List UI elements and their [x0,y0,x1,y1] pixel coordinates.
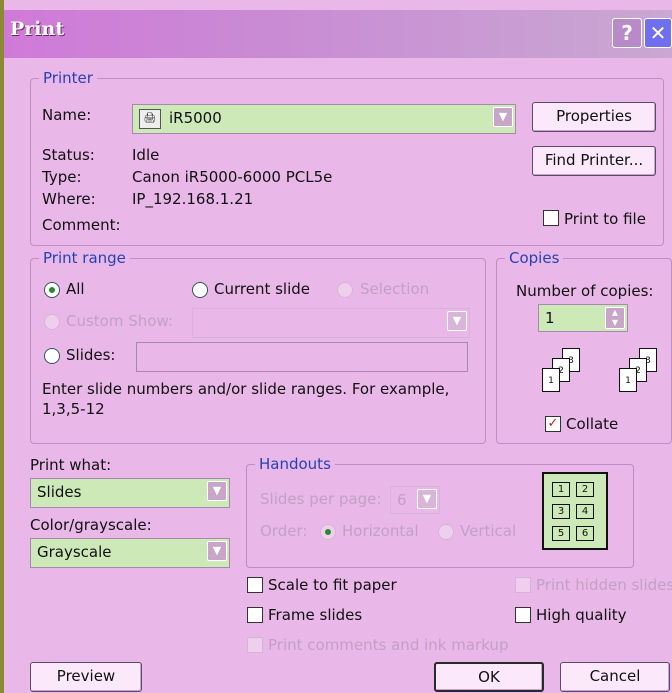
selection-label: Selection [360,280,430,298]
number-of-copies-stepper[interactable]: 1 ▲ ▼ [538,304,628,332]
color-grayscale-value: Grayscale [37,543,112,561]
chevron-down-icon[interactable]: ▼ [207,541,227,561]
current-slide-label[interactable]: Current slide [214,280,310,298]
type-value: Canon iR5000-6000 PCL5e [132,168,333,186]
help-button[interactable]: ? [612,18,642,48]
find-printer-button[interactable]: Find Printer... [532,146,656,176]
layout-cell: 1 [552,482,570,497]
custom-show-radio [44,314,60,330]
title-bar[interactable]: Print ? ✕ [4,10,672,58]
custom-show-select: ▼ [192,308,470,338]
slides-radio[interactable] [44,348,60,364]
window-title: Print [10,18,65,40]
close-button[interactable]: ✕ [644,18,672,48]
print-hidden-slides-checkbox [515,577,531,593]
layout-cell: 5 [552,526,570,541]
chevron-down-icon[interactable]: ▼ [493,107,513,127]
preview-button[interactable]: Preview [30,662,142,692]
page-icon: 1 [542,368,560,392]
print-hidden-slides-label: Print hidden slides [536,576,672,594]
frame-slides-checkbox[interactable] [247,607,263,623]
slides-per-page-value: 6 [397,491,407,509]
spinner-icon[interactable]: ▲ ▼ [605,307,625,329]
cancel-button[interactable]: Cancel [560,662,670,692]
printer-name-label: Name: [42,106,92,124]
horizontal-label: Horizontal [342,522,419,540]
all-radio[interactable] [44,282,60,298]
status-value: Idle [132,146,160,164]
slides-per-page-label: Slides per page: [260,490,382,508]
slides-help-line2: 1,3,5-12 [42,400,105,418]
collate-label[interactable]: Collate [566,415,618,433]
print-what-select[interactable]: Slides ▼ [30,478,230,508]
ok-button[interactable]: OK [434,662,544,692]
layout-cell: 3 [552,504,570,519]
slides-per-page-select: 6 ▼ [390,486,440,514]
comment-label: Comment: [42,216,121,234]
where-label: Where: [42,190,96,208]
print-comments-checkbox [247,637,263,653]
print-what-label: Print what: [30,456,112,474]
printer-icon: 🖨 [139,109,161,129]
slides-help-line1: Enter slide numbers and/or slide ranges.… [42,380,450,398]
color-grayscale-label: Color/grayscale: [30,516,152,534]
properties-button[interactable]: Properties [532,102,656,132]
where-value: IP_192.168.1.21 [132,190,254,208]
all-label[interactable]: All [66,280,85,298]
horizontal-radio [320,524,336,540]
scale-to-fit-checkbox[interactable] [247,577,263,593]
type-label: Type: [42,168,82,186]
print-to-file-label[interactable]: Print to file [564,210,646,228]
selection-radio [337,282,353,298]
slides-label[interactable]: Slides: [66,346,115,364]
layout-cell: 4 [576,504,594,519]
order-label: Order: [260,522,308,540]
printer-name-select[interactable]: 🖨 iR5000 ▼ [132,104,516,134]
vertical-label: Vertical [460,522,517,540]
page-icon: 1 [619,368,637,392]
high-quality-label[interactable]: High quality [536,606,627,624]
high-quality-checkbox[interactable] [515,607,531,623]
frame-slides-label[interactable]: Frame slides [268,606,362,624]
status-label: Status: [42,146,95,164]
print-what-value: Slides [37,483,82,501]
layout-cell: 6 [576,526,594,541]
print-range-group-label: Print range [39,249,130,267]
handout-layout-icon: 1 2 3 4 5 6 [542,472,608,550]
collate-checkbox[interactable]: ✓ [545,416,561,432]
handouts-group-label: Handouts [255,455,335,473]
number-of-copies-value: 1 [545,309,555,327]
print-to-file-checkbox[interactable] [543,210,559,226]
current-slide-radio[interactable] [192,282,208,298]
print-comments-label: Print comments and ink markup [268,636,509,654]
print-dialog: Print ? ✕ Printer Name: 🖨 iR5000 ▼ Prope… [0,0,672,693]
chevron-down-icon: ▼ [447,311,467,331]
slides-input[interactable] [136,342,468,372]
chevron-down-icon: ▼ [417,489,437,509]
number-of-copies-label: Number of copies: [516,282,654,300]
custom-show-label: Custom Show: [66,312,173,330]
printer-group-label: Printer [39,69,97,87]
copies-group-label: Copies [505,249,564,267]
color-grayscale-select[interactable]: Grayscale ▼ [30,538,230,568]
printer-name-value: iR5000 [169,109,222,127]
layout-cell: 2 [576,482,594,497]
vertical-radio [438,524,454,540]
chevron-down-icon[interactable]: ▼ [207,481,227,501]
scale-to-fit-label[interactable]: Scale to fit paper [268,576,397,594]
